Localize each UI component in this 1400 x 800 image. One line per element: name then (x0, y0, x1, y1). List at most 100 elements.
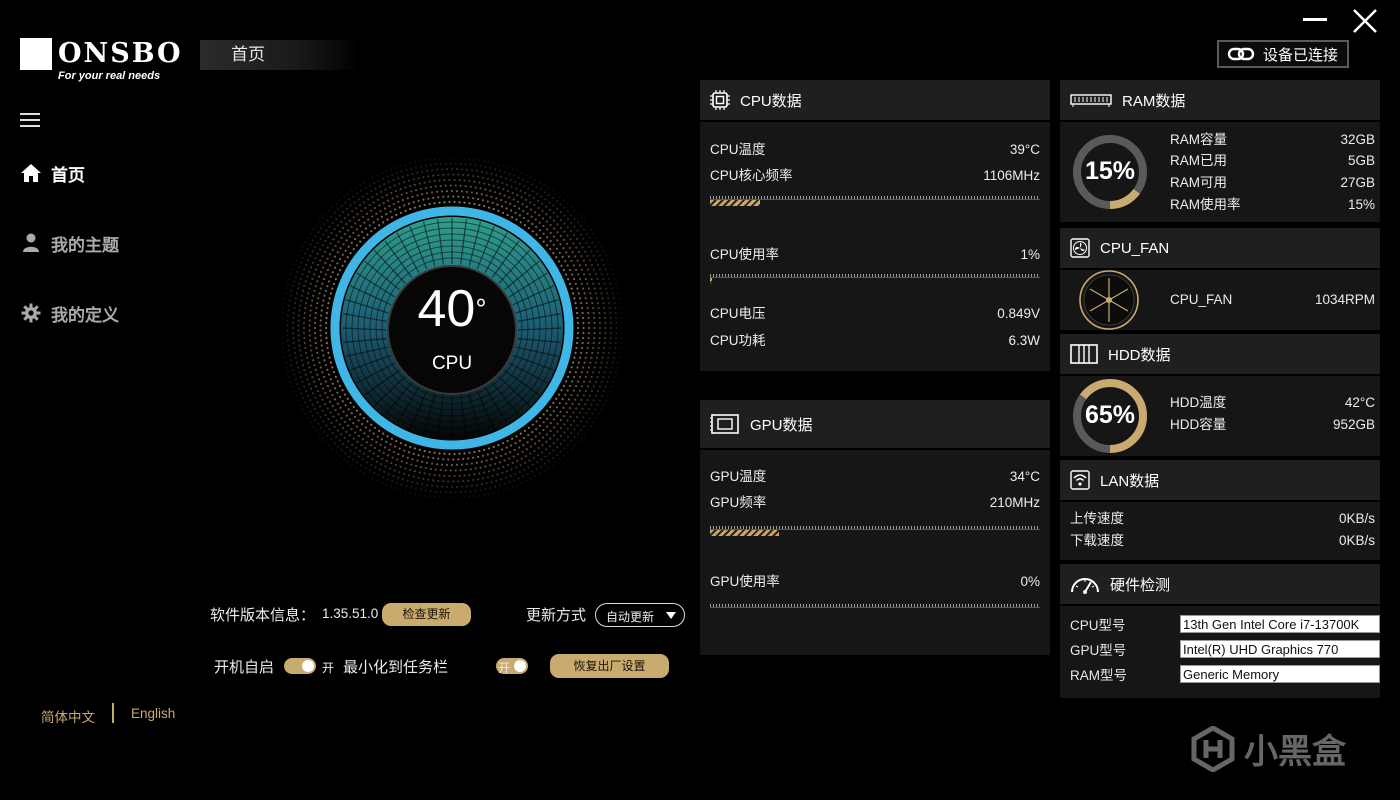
cpu-usage-bar (710, 270, 1040, 284)
gauge-label: CPU (431, 353, 473, 374)
watermark-logo-icon (1191, 725, 1235, 772)
fan-panel-title: CPU_FAN (1100, 239, 1170, 257)
gear-icon (20, 302, 42, 324)
hdd-panel-header: HDD数据 (1060, 334, 1380, 374)
cpu-panel-title: CPU数据 (740, 92, 802, 110)
fan-graphic (1079, 270, 1139, 330)
cpu-model-field[interactable]: 13th Gen Intel Core i7-13700K (1180, 615, 1380, 633)
sidebar-item-label: 我的主题 (51, 235, 119, 255)
sidebar-item-custom[interactable]: 我的定义 (20, 298, 190, 328)
close-icon[interactable] (1351, 7, 1379, 35)
lan-panel-header: LAN数据 (1060, 460, 1380, 500)
gpu-model-row: GPU型号 Intel(R) UHD Graphics 770 (1070, 639, 1380, 659)
wifi-icon (1070, 470, 1090, 490)
gpu-card-icon (710, 414, 740, 434)
brand-tagline: For your real needs (58, 70, 161, 82)
cpu-model-row: CPU型号 13th Gen Intel Core i7-13700K (1070, 614, 1380, 634)
hdd-panel-body: 65% HDD温度 42°C HDD容量 952GB (1060, 376, 1380, 456)
ram-panel-body: 15% RAM容量 32GB RAM已用 5GB RAM可用 27GB RAM使用率 1… (1060, 122, 1380, 222)
ram-model-field[interactable]: Generic Memory (1180, 665, 1380, 683)
cpu-panel-header: CPU数据 (700, 80, 1050, 120)
hdd-usage-percent: 65% (1084, 401, 1136, 429)
ram-used-row: RAM已用 5GB (1170, 153, 1375, 168)
hdd-panel: HDD数据 65% HDD温度 42°C HDD容量 952GB (1060, 334, 1380, 456)
brand-logo: ONSBO For your real needs (20, 38, 181, 86)
logo-mark (20, 38, 52, 70)
cpu-panel-body: CPU温度 39°C CPU核心频率 1106MHz CPU使用率 1% CPU电压 0… (700, 122, 1050, 371)
tab-home[interactable]: 首页 (200, 40, 360, 70)
language-divider (112, 703, 114, 723)
ram-panel-title: RAM数据 (1122, 92, 1186, 110)
lan-download-row: 下载速度 0KB/s (1070, 533, 1375, 548)
minimize-state: 开 (498, 661, 511, 675)
lan-panel-body: 上传速度 0KB/s 下载速度 0KB/s (1060, 502, 1380, 560)
hardware-panel-title: 硬件检测 (1110, 576, 1171, 594)
version-label: 软件版本信息： (210, 607, 316, 624)
ram-usage-percent: 15% (1084, 157, 1136, 185)
user-icon (20, 232, 42, 254)
hdd-temp-row: HDD温度 42°C (1170, 395, 1375, 410)
ram-free-row: RAM可用 27GB (1170, 175, 1375, 190)
gpu-panel-header: GPU数据 (700, 400, 1050, 448)
home-icon (20, 162, 42, 184)
gpu-usage-bar (710, 600, 1040, 612)
gpu-model-field[interactable]: Intel(R) UHD Graphics 770 (1180, 640, 1380, 658)
gauge-value: 40° (417, 280, 487, 338)
fan-panel: CPU_FAN CPU_FAN 1034RPM (1060, 228, 1380, 330)
cpu-freq-row: CPU核心频率 1106MHz (710, 168, 1040, 183)
hdd-capacity-row: HDD容量 952GB (1170, 417, 1375, 432)
cpu-chip-icon (710, 90, 730, 110)
gpu-panel-body: GPU温度 34°C GPU频率 210MHz GPU使用率 0% (700, 450, 1050, 655)
hdd-panel-title: HDD数据 (1108, 346, 1171, 364)
ram-panel: RAM数据 15% RAM容量 32GB RAM已用 5GB RAM可用 27GB R… (1060, 80, 1380, 222)
autostart-state: 开 (322, 661, 335, 675)
gpu-panel: GPU数据 GPU温度 34°C GPU频率 210MHz GPU使用率 0% (700, 400, 1050, 655)
connection-status: 设备已连接 (1217, 40, 1349, 68)
hardware-panel: 硬件检测 CPU型号 13th Gen Intel Core i7-13700K… (1060, 564, 1380, 698)
hardware-panel-header: 硬件检测 (1060, 564, 1380, 604)
update-mode-select[interactable]: 自动更新 (595, 603, 685, 627)
ram-capacity-row: RAM容量 32GB (1170, 132, 1375, 147)
speedometer-icon (1070, 574, 1100, 594)
cpu-voltage-row: CPU电压 0.849V (710, 306, 1040, 321)
factory-reset-button[interactable]: 恢复出厂设置 (550, 654, 669, 678)
link-icon (1227, 47, 1255, 61)
hamburger-menu-icon[interactable] (20, 113, 40, 127)
ram-model-row: RAM型号 Generic Memory (1070, 664, 1380, 684)
ram-stick-icon (1070, 90, 1112, 110)
hardware-panel-body: CPU型号 13th Gen Intel Core i7-13700K GPU型… (1060, 606, 1380, 698)
update-mode-label: 更新方式 (526, 607, 587, 624)
brand-name: ONSBO (58, 38, 183, 69)
language-chinese[interactable]: 简体中文 (41, 706, 95, 726)
cpu-freq-bar (710, 192, 1040, 206)
ram-panel-header: RAM数据 (1060, 80, 1380, 120)
sidebar-item-label: 首页 (51, 165, 85, 185)
minimize-button[interactable] (1302, 12, 1328, 28)
lan-panel: LAN数据 上传速度 0KB/s 下载速度 0KB/s (1060, 460, 1380, 560)
sidebar-item-label: 我的定义 (51, 305, 119, 325)
cpu-temperature-gauge: 40° CPU (280, 156, 624, 500)
autostart-toggle[interactable] (284, 658, 316, 674)
cpu-panel: CPU数据 CPU温度 39°C CPU核心频率 1106MHz CPU使用率 1% … (700, 80, 1050, 371)
gpu-panel-title: GPU数据 (750, 416, 813, 434)
sidebar-item-home[interactable]: 首页 (20, 158, 190, 188)
language-english[interactable]: English (131, 706, 175, 721)
lan-upload-row: 上传速度 0KB/s (1070, 511, 1375, 526)
check-update-button[interactable]: 检查更新 (382, 603, 471, 626)
fan-speed-row: CPU_FAN 1034RPM (1170, 292, 1375, 307)
cpu-power-row: CPU功耗 6.3W (710, 333, 1040, 348)
ram-usage-row: RAM使用率 15% (1170, 197, 1375, 212)
gpu-freq-row: GPU频率 210MHz (710, 495, 1040, 510)
sidebar-item-themes[interactable]: 我的主题 (20, 228, 190, 258)
connection-text: 设备已连接 (1263, 46, 1339, 64)
watermark: 小黑盒 (1190, 724, 1346, 773)
cpu-usage-row: CPU使用率 1% (710, 247, 1040, 262)
gpu-temp-row: GPU温度 34°C (710, 469, 1040, 484)
lan-panel-title: LAN数据 (1100, 472, 1160, 490)
gpu-usage-row: GPU使用率 0% (710, 574, 1040, 589)
hdd-icon (1070, 344, 1098, 364)
watermark-text: 小黑盒 (1244, 733, 1346, 771)
autostart-label: 开机自启 (214, 659, 275, 676)
chevron-down-icon (666, 612, 676, 619)
minimize-label: 最小化到任务栏 (343, 659, 449, 676)
